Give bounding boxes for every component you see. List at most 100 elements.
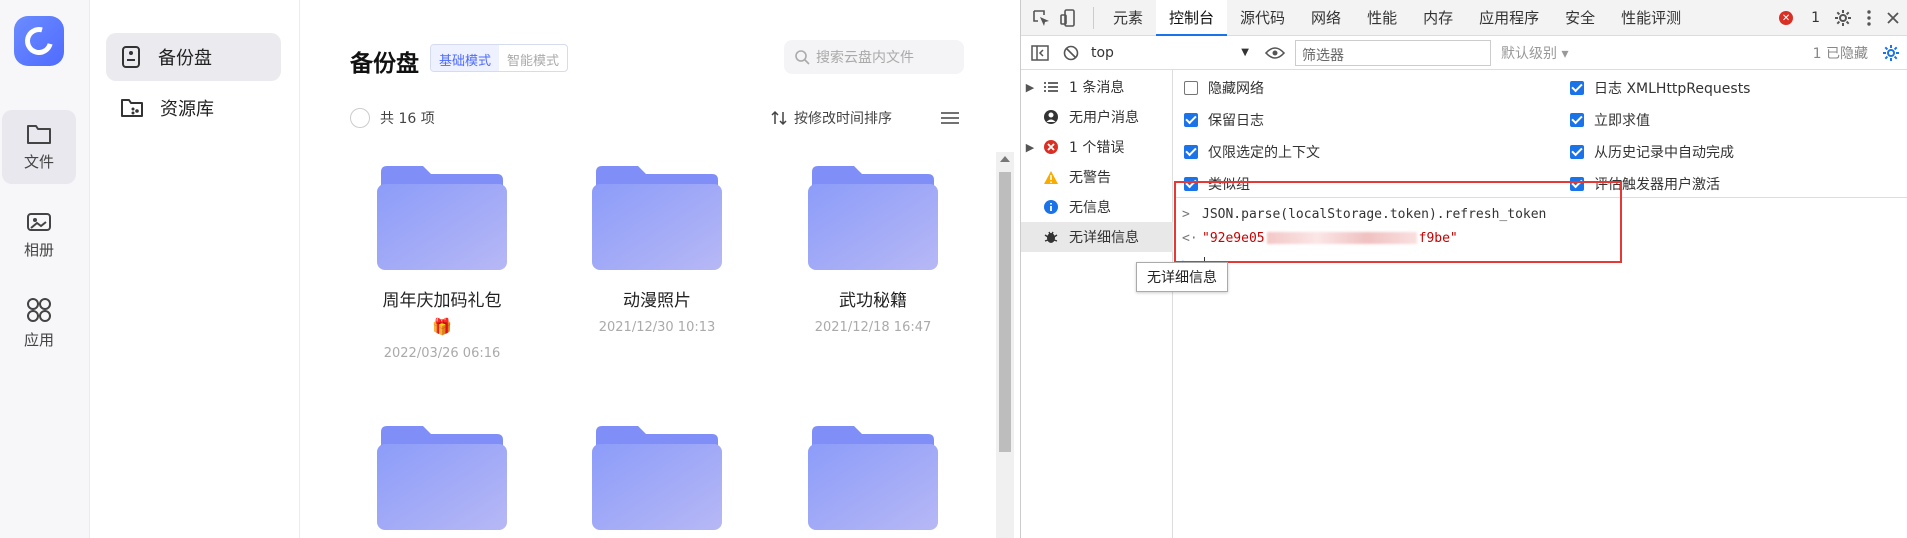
setting-log-xhr[interactable]: 日志 XMLHttpRequests	[1570, 78, 1750, 98]
tab-divider	[1093, 6, 1094, 29]
tab-security[interactable]: 安全	[1552, 0, 1608, 36]
checkbox[interactable]	[1184, 145, 1198, 159]
folder-item[interactable]	[793, 426, 953, 530]
warning-icon	[1039, 170, 1063, 185]
error-icon: ✕	[1779, 11, 1794, 25]
folder-icon	[27, 124, 51, 144]
tab-network[interactable]: 网络	[1298, 0, 1354, 36]
setting-hide-network[interactable]: 隐藏网络	[1184, 78, 1264, 98]
scroll-up-arrow-icon[interactable]	[1000, 156, 1010, 162]
checkbox[interactable]	[1184, 113, 1198, 127]
tab-console[interactable]: 控制台	[1156, 0, 1228, 36]
sidebar-item-messages[interactable]: ▶ 1 条消息	[1021, 72, 1173, 102]
setting-autocomplete-history[interactable]: 从历史记录中自动完成	[1570, 142, 1734, 162]
screen: 文件 相册 应用 备份盘 资源库 备份盘 基础模式 智能模式 搜索云盘内文件 共…	[0, 0, 1907, 538]
rail-item-label: 相册	[23, 240, 54, 259]
sidebar-item-backup[interactable]: 备份盘	[106, 33, 281, 81]
folder-icon	[592, 426, 722, 530]
search-placeholder: 搜索云盘内文件	[816, 50, 914, 66]
clear-console-icon[interactable]	[1063, 45, 1079, 61]
inspect-element-icon[interactable]	[1031, 8, 1051, 28]
setting-eager-eval[interactable]: 立即求值	[1570, 110, 1650, 130]
context-value: top	[1091, 44, 1114, 61]
sort-icon	[771, 110, 787, 126]
drive-icon	[122, 46, 140, 68]
folder-icon	[377, 166, 507, 270]
mode-switch: 基础模式 智能模式	[430, 44, 569, 72]
sidebar-item-label: 资源库	[160, 99, 214, 120]
error-count-badge[interactable]: ✕ 1	[1779, 10, 1820, 26]
bug-icon	[1039, 229, 1063, 245]
select-all-row: 共 16 项	[350, 108, 435, 128]
folder-icon	[808, 166, 938, 270]
console-settings: 隐藏网络 保留日志 仅限选定的上下文 类似组 日志 XMLHttpRequest…	[1174, 70, 1907, 198]
sidebar-item-verbose[interactable]: 无详细信息	[1021, 222, 1173, 252]
drive-sidebar: 备份盘 资源库	[90, 0, 300, 538]
checkbox[interactable]	[1570, 113, 1584, 127]
tab-lighthouse[interactable]: 性能评测	[1608, 0, 1694, 36]
sidebar-item-library[interactable]: 资源库	[106, 84, 281, 132]
checkbox[interactable]	[1570, 81, 1584, 95]
sidebar-item-user-messages[interactable]: 无用户消息	[1021, 102, 1173, 132]
folder-item[interactable]: 周年庆加码礼包 🎁 2022/03/26 06:16	[362, 166, 522, 361]
setting-preserve-log[interactable]: 保留日志	[1184, 110, 1264, 130]
tab-performance[interactable]: 性能	[1354, 0, 1410, 36]
folder-date: 2022/03/26 06:16	[383, 346, 501, 361]
rail-item-label: 应用	[23, 330, 54, 349]
sidebar-toggle-icon[interactable]	[1031, 44, 1049, 61]
folder-item[interactable]: 动漫照片 2021/12/30 10:13	[577, 166, 737, 335]
filter-input[interactable]: 筛选器	[1295, 39, 1491, 66]
app-logo[interactable]	[14, 16, 64, 66]
sidebar-item-errors[interactable]: ▶ 1 个错误	[1021, 132, 1173, 162]
rail-item-label: 文件	[23, 152, 54, 171]
log-levels-dropdown[interactable]: 默认级别 ▾	[1501, 43, 1568, 63]
more-options-icon[interactable]	[1866, 9, 1872, 27]
rail-item-files[interactable]: 文件	[2, 110, 76, 184]
folder-item[interactable]	[577, 426, 737, 530]
search-input[interactable]: 搜索云盘内文件	[784, 40, 964, 74]
mode-smart-button[interactable]: 智能模式	[499, 45, 567, 71]
item-count: 共 16 项	[380, 111, 435, 127]
page-title: 备份盘	[350, 51, 419, 77]
folder-item[interactable]	[362, 426, 522, 530]
gear-icon[interactable]	[1834, 9, 1852, 27]
tab-memory[interactable]: 内存	[1410, 0, 1466, 36]
rail-item-apps[interactable]: 应用	[2, 286, 76, 360]
context-select[interactable]: top ▼	[1085, 40, 1255, 66]
photo-icon	[27, 212, 51, 231]
list-view-icon[interactable]	[940, 110, 960, 126]
scroll-thumb[interactable]	[999, 172, 1011, 452]
checkbox[interactable]	[1184, 81, 1198, 95]
cloud-logo-icon	[19, 21, 59, 61]
folder-icon	[592, 166, 722, 270]
select-all-radio[interactable]	[350, 108, 370, 128]
expand-arrow-icon[interactable]: ▶	[1021, 141, 1039, 154]
sidebar-item-info[interactable]: 无信息	[1021, 192, 1173, 222]
close-icon[interactable]	[1886, 11, 1900, 25]
scrollbar[interactable]	[996, 152, 1014, 538]
setting-selected-context[interactable]: 仅限选定的上下文	[1184, 142, 1320, 162]
folder-icon	[808, 426, 938, 530]
device-toggle-icon[interactable]	[1059, 8, 1079, 28]
rail-item-photos[interactable]: 相册	[2, 198, 76, 272]
folder-item[interactable]: 武功秘籍 2021/12/18 16:47	[793, 166, 953, 335]
mode-basic-button[interactable]: 基础模式	[431, 45, 500, 71]
tab-sources[interactable]: 源代码	[1227, 0, 1298, 36]
folder-name: 周年庆加码礼包 🎁	[382, 291, 502, 336]
expand-arrow-icon[interactable]: ▶	[1021, 81, 1039, 94]
sidebar-item-warnings[interactable]: 无警告	[1021, 162, 1173, 192]
folder-name: 动漫照片	[623, 291, 691, 311]
checkbox[interactable]	[1570, 145, 1584, 159]
folder-icon	[377, 426, 507, 530]
list-icon	[1039, 81, 1063, 93]
console-settings-gear-icon[interactable]	[1882, 44, 1900, 66]
sort-button[interactable]: 按修改时间排序	[770, 108, 892, 128]
tab-elements[interactable]: 元素	[1100, 0, 1156, 36]
folder-date: 2021/12/30 10:13	[598, 320, 716, 335]
app-rail: 文件 相册 应用	[0, 0, 90, 538]
eye-icon[interactable]	[1265, 46, 1285, 60]
tab-application[interactable]: 应用程序	[1466, 0, 1552, 36]
library-icon	[121, 99, 143, 117]
user-icon	[1039, 109, 1063, 125]
sidebar-item-label: 备份盘	[158, 48, 212, 69]
